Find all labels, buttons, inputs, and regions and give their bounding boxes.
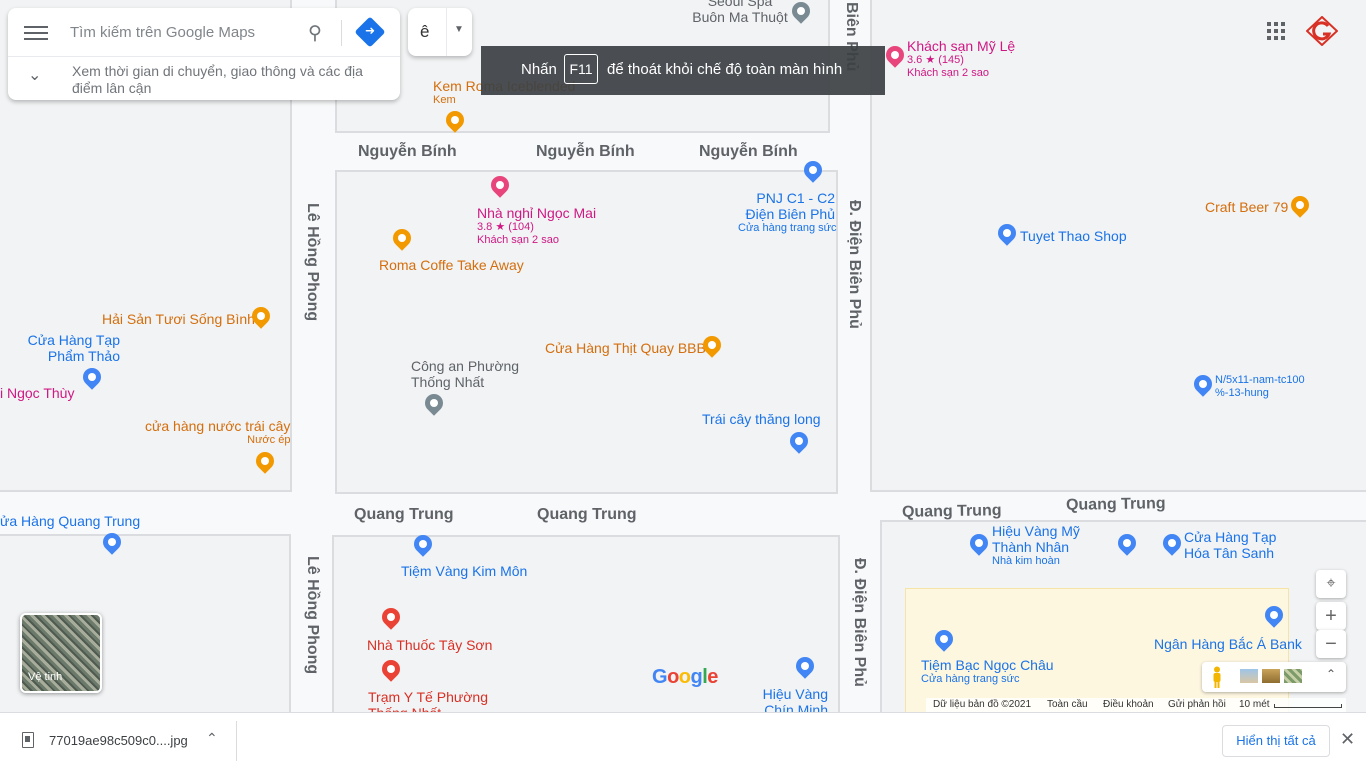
street-label-quang-trung: Quang Trung xyxy=(901,502,1002,521)
poi-nuoc-trai-cay[interactable]: cửa hàng nước trái cây Nước ép xyxy=(145,418,290,447)
street-label-nguyen-binh: Nguyễn Bính xyxy=(358,143,457,160)
divider xyxy=(446,8,447,56)
imagery-tile-icon[interactable] xyxy=(1284,669,1302,683)
chevron-down-icon[interactable]: ⌄ xyxy=(28,65,41,85)
directions-icon[interactable]: ➜ xyxy=(354,16,386,48)
attribution-bar: Dữ liệu bản đồ ©2021 Toàn cầu Điều khoản… xyxy=(926,698,1346,712)
poi-thit-quay[interactable]: Cửa Hàng Thịt Quay BBB xyxy=(545,340,706,356)
street-label-le-hong-phong: Lê Hồng Phong xyxy=(304,556,321,675)
divider xyxy=(236,721,237,761)
poi-kim-mon[interactable]: Tiệm Vàng Kim Môn xyxy=(401,563,527,579)
brand-logo-icon[interactable] xyxy=(1306,16,1338,46)
search-input[interactable] xyxy=(68,18,292,46)
f11-key: F11 xyxy=(564,54,598,84)
map-data-credit: Dữ liệu bản đồ ©2021 xyxy=(933,699,1032,710)
download-filename[interactable]: 77019ae98c509c0....jpg xyxy=(49,733,188,748)
zoom-out-button[interactable]: − xyxy=(1316,630,1346,658)
street-label-dien-bien-phu: Đ. Điện Biên Phủ xyxy=(846,200,863,329)
poi-ngoc-mai[interactable]: Nhà nghỉ Ngọc Mai 3.8 ★ (104) Khách sạn … xyxy=(477,205,596,247)
chevron-up-icon[interactable]: ⌃ xyxy=(206,730,218,747)
street-label-quang-trung: Quang Trung xyxy=(1065,495,1166,514)
nearby-info-row[interactable]: ⌄ Xem thời gian di chuyển, giao thông và… xyxy=(8,56,400,101)
close-icon[interactable]: ✕ xyxy=(1340,729,1355,750)
caret-down-icon[interactable]: ▼ xyxy=(454,24,464,35)
poi-hieu-vang-my[interactable]: Hiệu Vàng Mỹ Thành Nhân Nhà kim hoàn xyxy=(992,523,1084,568)
poi-roma-coffe[interactable]: Roma Coffe Take Away xyxy=(379,257,524,273)
street-label-quang-trung: Quang Trung xyxy=(537,506,637,523)
menu-icon[interactable] xyxy=(24,22,48,42)
apps-grid-icon[interactable] xyxy=(1267,22,1285,40)
download-bar: 77019ae98c509c0....jpg ⌃ Hiển thị tất cả… xyxy=(0,712,1366,768)
divider xyxy=(341,20,342,46)
global-link[interactable]: Toàn cầu xyxy=(1047,699,1088,710)
poi-cong-an[interactable]: Công an Phường Thống Nhất xyxy=(411,358,521,390)
poi-pham-thao[interactable]: Cửa Hàng Tạp Phẩm Thảo xyxy=(20,332,120,364)
poi-tuyet-thao[interactable]: Tuyet Thao Shop xyxy=(1020,228,1127,244)
poi-tram-y-te[interactable]: Trạm Y Tế Phường Thống Nhất xyxy=(368,689,493,712)
map-canvas[interactable]: Nguyễn Bính Nguyễn Bính Nguyễn Bính Lê H… xyxy=(0,0,1366,712)
search-icon[interactable]: ⚲ xyxy=(308,22,328,44)
poi-pnj[interactable]: PNJ C1 - C2 Điện Biên Phủ Cửa hàng trang… xyxy=(738,190,837,235)
input-method-letter: ê xyxy=(420,22,430,41)
poi-trai-cay[interactable]: Trái cây thăng long xyxy=(702,411,821,427)
street-label-quang-trung: Quang Trung xyxy=(354,506,454,523)
poi-minh-dung[interactable]: Hiệu Vàng Chín Minh Dũng 1 xyxy=(730,686,828,712)
terms-link[interactable]: Điều khoản xyxy=(1103,699,1154,710)
chevron-up-icon[interactable]: ⌃ xyxy=(1326,667,1336,681)
scale-bar xyxy=(1274,704,1342,708)
input-method-selector[interactable]: ê ▼ xyxy=(408,8,472,56)
pegman-icon[interactable] xyxy=(1212,666,1222,688)
show-all-button[interactable]: Hiển thị tất cả xyxy=(1222,725,1330,757)
google-logo: Google xyxy=(652,666,718,688)
street-label-nguyen-binh: Nguyễn Bính xyxy=(699,143,798,160)
satellite-layer-toggle[interactable]: Vệ tinh xyxy=(20,613,102,693)
my-location-button[interactable]: ⌖ xyxy=(1316,570,1346,598)
poi-n5x11[interactable]: N/5x11-nam-tc100 %-13-hung xyxy=(1215,374,1315,400)
street-label-nguyen-binh: Nguyễn Bính xyxy=(536,143,635,160)
poi-craft-beer[interactable]: Craft Beer 79 xyxy=(1205,199,1288,215)
poi-ngoc-thuy[interactable]: i Ngọc Thùy xyxy=(0,385,74,401)
poi-tan-sanh[interactable]: Cửa Hàng Tạp Hóa Tân Sanh xyxy=(1184,529,1284,561)
imagery-tile-icon[interactable] xyxy=(1262,669,1280,683)
poi-seoul-spa[interactable]: Seoul Spa Buôn Ma Thuột xyxy=(690,0,790,25)
feedback-link[interactable]: Gửi phản hồi xyxy=(1168,699,1226,710)
fullscreen-notice: Nhấn F11 để thoát khỏi chế độ toàn màn h… xyxy=(481,46,885,95)
poi-ch-quang-trung[interactable]: ửa Hàng Quang Trung xyxy=(0,513,140,529)
poi-ngoc-chau[interactable]: Tiệm Bạc Ngọc Châu Cửa hàng trang sức xyxy=(921,657,1054,686)
imagery-tile-icon[interactable] xyxy=(1240,669,1258,683)
zoom-in-button[interactable]: + xyxy=(1316,602,1346,630)
street-view-panel[interactable]: ⌃ xyxy=(1202,662,1346,692)
poi-hai-san[interactable]: Hải Sản Tươi Sống Bình xyxy=(102,311,255,327)
image-file-icon xyxy=(22,732,34,748)
poi-nha-thuoc[interactable]: Nhà Thuốc Tây Sơn xyxy=(367,637,492,653)
poi-bac-a[interactable]: Ngân Hàng Bắc Á Bank xyxy=(1154,636,1302,652)
nearby-info-text: Xem thời gian di chuyển, giao thông và c… xyxy=(72,63,363,96)
scale-label: 10 mét xyxy=(1239,699,1270,710)
street-label-dien-bien-phu: Đ. Điện Biên Phủ xyxy=(851,558,868,687)
search-box: ⚲ ➜ ⌄ Xem thời gian di chuyển, giao thôn… xyxy=(8,8,400,100)
street-label-le-hong-phong: Lê Hồng Phong xyxy=(304,203,321,322)
poi-ks-my-le[interactable]: Khách sạn Mỹ Lệ 3.6 ★ (145) Khách sạn 2 … xyxy=(907,38,1015,80)
